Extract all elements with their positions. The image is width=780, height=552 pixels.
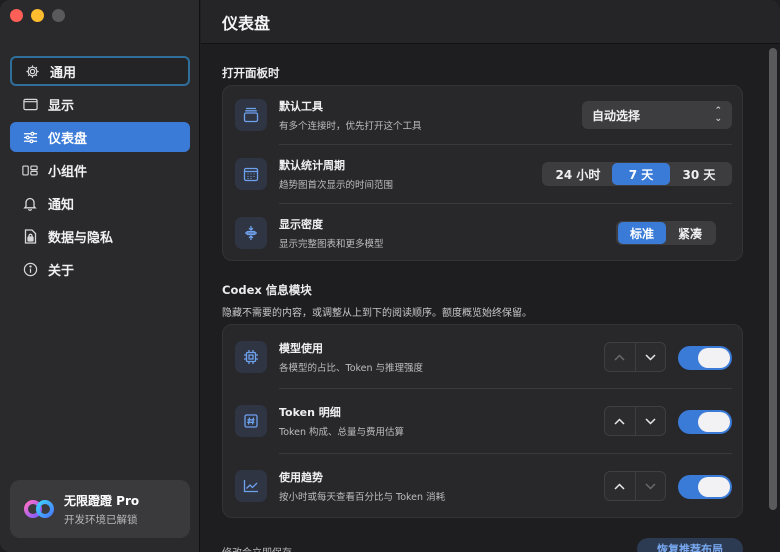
chevron-up-down-icon: ⌃ ⌄ bbox=[714, 106, 722, 124]
sidebar-item-label: 显示 bbox=[48, 98, 75, 114]
period-option-24h[interactable]: 24 小时 bbox=[544, 163, 612, 185]
hash-icon bbox=[235, 405, 267, 437]
density-row: 显示密度 显示完整图表和更多模型 标准 紧凑 bbox=[223, 204, 742, 262]
module-toggle[interactable] bbox=[678, 475, 732, 499]
module-row-model-usage: 模型使用 各模型的占比、Token 与推理强度 bbox=[223, 327, 742, 387]
sidebar-item-label: 通用 bbox=[50, 65, 77, 81]
chevron-up-icon bbox=[614, 353, 625, 361]
default-tool-select[interactable]: 自动选择 ⌃ ⌄ bbox=[582, 101, 732, 129]
minimize-window-button[interactable] bbox=[31, 9, 44, 22]
module-title: Token 明细 bbox=[279, 406, 341, 419]
period-option-30d[interactable]: 30 天 bbox=[670, 163, 728, 185]
compress-icon bbox=[235, 217, 267, 249]
chevron-down-icon bbox=[645, 417, 656, 425]
module-order-stepper bbox=[604, 342, 666, 372]
section-heading-open-panel: 打开面板时 bbox=[222, 66, 280, 80]
module-subtitle: Token 构成、总量与费用估算 bbox=[279, 427, 405, 438]
default-period-subtitle: 趋势图首次显示的时间范围 bbox=[279, 180, 394, 191]
sidebar: 通用 显示 仪表盘 小组件 通知 数据与隐私 关于 无限蹬蹬 Pro 开发环境已… bbox=[0, 0, 200, 552]
close-window-button[interactable] bbox=[10, 9, 23, 22]
reset-layout-button[interactable]: 恢复推荐布局 bbox=[637, 538, 743, 552]
module-title: 使用趋势 bbox=[279, 471, 323, 484]
density-segmented-control: 标准 紧凑 bbox=[616, 221, 716, 245]
trend-chart-icon bbox=[235, 470, 267, 502]
open-panel-card: 默认工具 有多个连接时，优先打开这个工具 自动选择 ⌃ ⌄ 默认统计周期 趋势图首… bbox=[222, 85, 743, 261]
calendar-icon bbox=[235, 158, 267, 190]
sidebar-nav: 通用 显示 仪表盘 小组件 通知 数据与隐私 关于 bbox=[10, 56, 190, 287]
section-description-codex: 隐藏不需要的内容，或调整从上到下的阅读顺序。额度概览始终保留。 bbox=[222, 308, 532, 319]
main-content: 仪表盘 打开面板时 默认工具 有多个连接时，优先打开这个工具 自动选择 ⌃⌄ bbox=[201, 0, 780, 552]
move-down-button[interactable] bbox=[636, 472, 666, 500]
density-option-compact[interactable]: 紧凑 bbox=[666, 222, 714, 244]
title-bar: 仪表盘 bbox=[201, 0, 780, 44]
widgets-icon bbox=[22, 162, 38, 178]
default-tool-title: 默认工具 bbox=[279, 100, 323, 113]
default-period-title: 默认统计周期 bbox=[279, 159, 345, 172]
chevron-down-icon bbox=[645, 482, 656, 490]
period-segmented-control: 24 小时 7 天 30 天 bbox=[542, 162, 732, 186]
default-tool-value: 自动选择 bbox=[592, 108, 641, 123]
document-lock-icon bbox=[22, 228, 38, 244]
sidebar-item-display[interactable]: 显示 bbox=[10, 89, 190, 119]
default-tool-subtitle: 有多个连接时，优先打开这个工具 bbox=[279, 121, 422, 132]
default-period-row: 默认统计周期 趋势图首次显示的时间范围 24 小时 7 天 30 天 bbox=[223, 145, 742, 203]
default-tool-row: 默认工具 有多个连接时，优先打开这个工具 自动选择 ⌃ ⌄ bbox=[223, 86, 742, 144]
module-subtitle: 各模型的占比、Token 与推理强度 bbox=[279, 363, 424, 374]
module-order-stepper bbox=[604, 471, 666, 501]
chip-icon bbox=[235, 341, 267, 373]
infinity-logo-icon bbox=[24, 500, 54, 518]
period-option-7d[interactable]: 7 天 bbox=[612, 163, 670, 185]
window-controls bbox=[10, 9, 65, 22]
sidebar-item-data-privacy[interactable]: 数据与隐私 bbox=[10, 221, 190, 251]
sidebar-item-label: 仪表盘 bbox=[48, 131, 88, 147]
autosave-note: 修改会立即保存 bbox=[222, 544, 292, 552]
codex-modules-card: 模型使用 各模型的占比、Token 与推理强度 Token 明细 Token 构… bbox=[222, 324, 743, 518]
section-heading-codex: Codex 信息模块 bbox=[222, 283, 312, 297]
pro-title: 无限蹬蹬 Pro bbox=[64, 493, 140, 508]
move-up-button[interactable] bbox=[605, 343, 635, 371]
sidebar-item-widgets[interactable]: 小组件 bbox=[10, 155, 190, 185]
scrollbar[interactable] bbox=[769, 48, 777, 510]
settings-window: 通用 显示 仪表盘 小组件 通知 数据与隐私 关于 无限蹬蹬 Pro 开发环境已… bbox=[0, 0, 780, 552]
module-toggle[interactable] bbox=[678, 346, 732, 370]
sidebar-item-label: 关于 bbox=[48, 263, 75, 279]
pro-status-card[interactable]: 无限蹬蹬 Pro 开发环境已解锁 bbox=[10, 480, 190, 538]
tray-icon bbox=[235, 99, 267, 131]
move-up-button[interactable] bbox=[605, 472, 635, 500]
module-toggle[interactable] bbox=[678, 410, 732, 434]
pro-subtitle: 开发环境已解锁 bbox=[64, 513, 138, 526]
module-order-stepper bbox=[604, 406, 666, 436]
chevron-down-icon bbox=[645, 353, 656, 361]
display-icon bbox=[22, 96, 38, 112]
density-option-standard[interactable]: 标准 bbox=[618, 222, 666, 244]
info-icon bbox=[22, 261, 38, 277]
move-down-button[interactable] bbox=[636, 343, 666, 371]
sidebar-item-label: 小组件 bbox=[48, 164, 88, 180]
bell-icon bbox=[22, 195, 38, 211]
divider bbox=[279, 388, 732, 389]
sidebar-item-label: 通知 bbox=[48, 197, 75, 213]
sidebar-item-dashboard[interactable]: 仪表盘 bbox=[10, 122, 190, 152]
module-row-usage-trend: 使用趋势 按小时或每天查看百分比与 Token 消耗 bbox=[223, 456, 742, 516]
zoom-window-button[interactable] bbox=[52, 9, 65, 22]
sidebar-item-general[interactable]: 通用 bbox=[10, 56, 190, 86]
page-title: 仪表盘 bbox=[222, 13, 271, 33]
chevron-up-icon bbox=[614, 417, 625, 425]
divider bbox=[279, 453, 732, 454]
module-row-token-details: Token 明细 Token 构成、总量与费用估算 bbox=[223, 391, 742, 451]
gear-icon bbox=[24, 63, 40, 79]
move-down-button[interactable] bbox=[636, 407, 666, 435]
sidebar-item-about[interactable]: 关于 bbox=[10, 254, 190, 284]
density-title: 显示密度 bbox=[279, 218, 323, 231]
chevron-up-icon bbox=[614, 482, 625, 490]
sidebar-item-label: 数据与隐私 bbox=[48, 230, 114, 246]
module-subtitle: 按小时或每天查看百分比与 Token 消耗 bbox=[279, 492, 446, 503]
sliders-icon bbox=[22, 129, 38, 145]
density-subtitle: 显示完整图表和更多模型 bbox=[279, 239, 384, 250]
move-up-button[interactable] bbox=[605, 407, 635, 435]
sidebar-item-notifications[interactable]: 通知 bbox=[10, 188, 190, 218]
module-title: 模型使用 bbox=[279, 342, 323, 355]
